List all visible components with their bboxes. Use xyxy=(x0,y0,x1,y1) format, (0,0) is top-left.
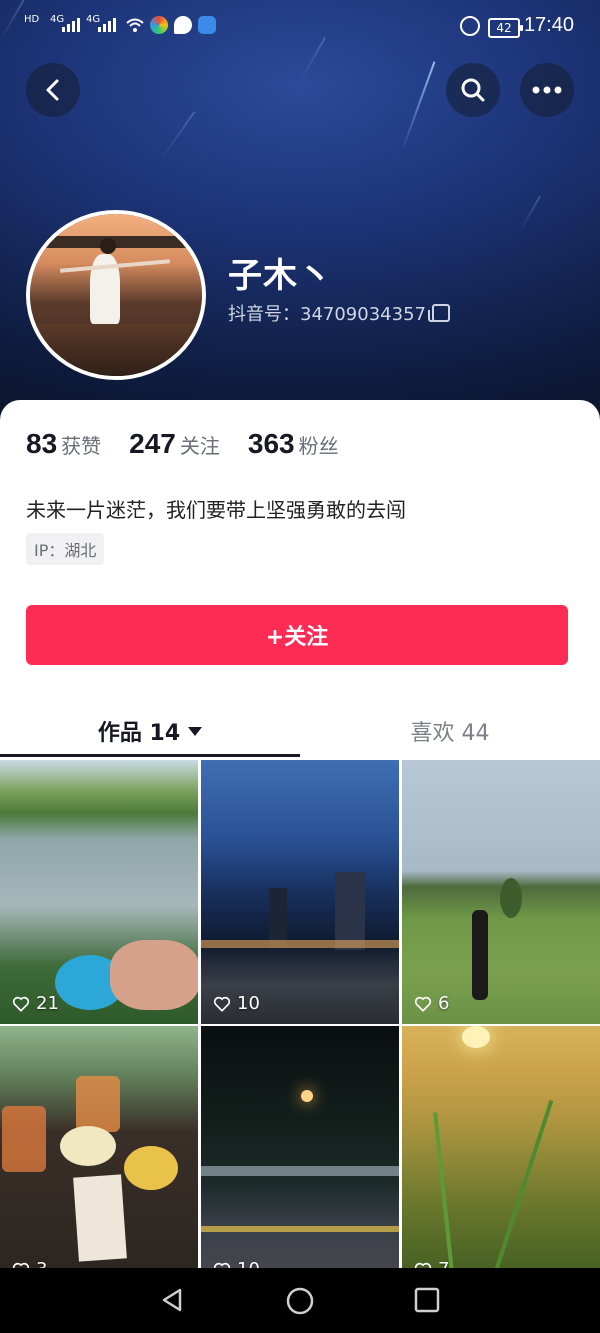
ip-location-tag: IP：湖北 xyxy=(26,533,105,565)
status-bar: HD 4G 4G 42 17:40 xyxy=(0,0,600,56)
tab-works[interactable]: 作品 14 xyxy=(0,706,300,756)
tab-likes[interactable]: 喜欢 44 xyxy=(300,706,600,756)
system-navigation-bar xyxy=(0,1268,600,1333)
app-notification-icon xyxy=(150,16,168,34)
stat-followers-value: 363 xyxy=(247,428,295,459)
video-thumbnail-golf[interactable]: 6 xyxy=(402,760,600,1024)
chevron-left-icon xyxy=(46,79,59,101)
video-thumbnail-grass-sunset[interactable]: 7 xyxy=(402,1026,600,1290)
caret-down-icon xyxy=(188,726,203,736)
tab-likes-label: 喜欢 44 xyxy=(410,721,490,746)
video-thumbnail-city-night[interactable]: 10 xyxy=(201,760,399,1024)
signal-icon xyxy=(62,18,80,32)
stat-followers-label: 粉丝 xyxy=(298,434,339,458)
alarm-icon xyxy=(460,16,480,36)
more-button[interactable] xyxy=(520,63,574,117)
video-thumbnail-rainy-street[interactable]: 10 xyxy=(201,1026,399,1290)
battery-indicator: 42 xyxy=(488,18,523,38)
video-thumbnail-lake-fishing[interactable]: 21 xyxy=(0,760,198,1024)
douyin-id-label: 抖音号： xyxy=(228,304,300,325)
profile-name: 子木丶 xyxy=(228,256,333,296)
more-horizontal-icon xyxy=(532,86,562,94)
back-button[interactable] xyxy=(26,63,80,117)
heart-icon xyxy=(213,996,231,1012)
status-hd-label: HD xyxy=(24,14,40,25)
video-thumbnail-tea[interactable]: 3 xyxy=(0,1026,198,1290)
wifi-icon xyxy=(126,18,144,32)
like-count-value: 6 xyxy=(438,993,450,1014)
stat-following[interactable]: 247 关注 xyxy=(129,428,220,460)
search-button[interactable] xyxy=(446,63,500,117)
follow-button[interactable]: +关注 xyxy=(26,605,568,665)
star-streak xyxy=(519,195,541,232)
avatar[interactable] xyxy=(26,210,206,380)
video-like-count: 6 xyxy=(414,993,449,1014)
tab-active-indicator xyxy=(0,754,300,757)
back-triangle-icon[interactable] xyxy=(158,1286,186,1314)
home-circle-icon[interactable] xyxy=(285,1286,315,1316)
cloud-icon xyxy=(198,16,216,34)
recents-square-icon[interactable] xyxy=(414,1287,440,1313)
like-count-value: 10 xyxy=(237,993,260,1014)
search-icon xyxy=(461,78,485,102)
heart-icon xyxy=(414,996,432,1012)
stat-likes[interactable]: 83 获赞 xyxy=(26,428,101,460)
douyin-id-value: 34709034357 xyxy=(300,304,426,325)
profile-bio: 未来一片迷茫，我们要带上坚强勇敢的去闯 xyxy=(26,498,406,522)
like-count-value: 21 xyxy=(36,993,59,1014)
tab-works-label: 作品 14 xyxy=(97,721,181,746)
meteor-streak xyxy=(401,61,436,152)
star-streak xyxy=(159,111,196,162)
copy-icon[interactable] xyxy=(427,304,450,322)
status-time: 17:40 xyxy=(523,14,574,36)
signal-icon-2 xyxy=(98,18,116,32)
avatar-image xyxy=(30,214,202,376)
video-like-count: 21 xyxy=(12,993,59,1014)
video-like-count: 10 xyxy=(213,993,260,1014)
profile-stats: 83 获赞 247 关注 363 粉丝 xyxy=(26,428,339,460)
message-icon xyxy=(174,16,192,34)
stat-likes-label: 获赞 xyxy=(61,434,102,458)
heart-icon xyxy=(12,996,30,1012)
douyin-id-row: 抖音号：34709034357 xyxy=(228,300,450,326)
stat-likes-value: 83 xyxy=(26,428,58,459)
stat-following-label: 关注 xyxy=(179,434,220,458)
stat-following-value: 247 xyxy=(129,428,176,459)
stat-followers[interactable]: 363 粉丝 xyxy=(248,428,339,460)
battery-level: 42 xyxy=(496,21,512,35)
